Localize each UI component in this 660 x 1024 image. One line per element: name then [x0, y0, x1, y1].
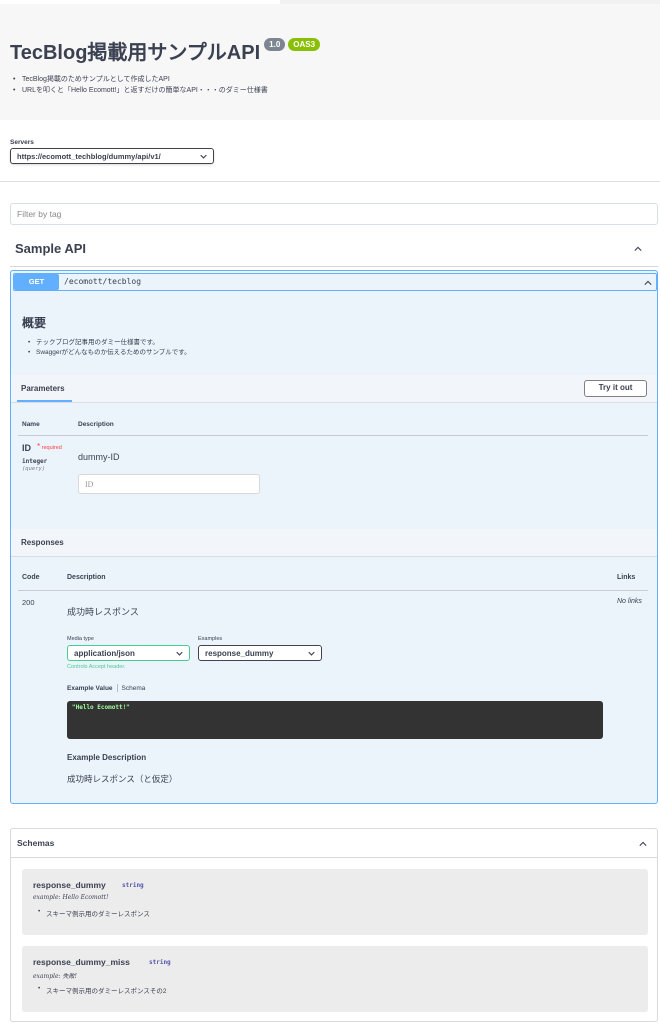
param-name: ID [22, 443, 31, 453]
response-links: No links [617, 598, 642, 605]
divider [18, 435, 648, 436]
divider [11, 857, 657, 858]
page-title: TecBlog掲載用サンプルAPI 1.0 OAS3 [10, 36, 321, 65]
required-mark: * [37, 442, 41, 451]
column-name: Name [22, 421, 40, 428]
tab-separator [116, 684, 118, 692]
required-label: required [41, 445, 62, 451]
chevron-down-icon [308, 651, 315, 656]
divider [18, 590, 648, 591]
media-type-select[interactable]: application/json [67, 645, 190, 661]
chevron-down-icon [200, 154, 207, 159]
tag-divider [10, 266, 658, 267]
param-type: integer [22, 458, 48, 465]
api-description: TecBlog掲載のためサンプルとして作成したAPI URLを叩くと「Hello… [13, 74, 268, 96]
operation-description: テックブログ記事用のダミー仕様書です。 Swaggerがどんなものか伝えるための… [28, 338, 191, 358]
info-section: TecBlog掲載用サンプルAPI 1.0 OAS3 TecBlog掲載のためサ… [0, 4, 660, 120]
column-code: Code [22, 574, 40, 581]
example-code: "Hello Ecomott!" [67, 701, 603, 739]
chevron-up-icon[interactable] [634, 245, 642, 253]
api-title: TecBlog掲載用サンプルAPI [10, 42, 261, 64]
schemas-section: Schemas response_dummy string example: H… [10, 828, 658, 1022]
media-type-value: application/json [74, 648, 135, 658]
examples-select[interactable]: response_dummy [198, 645, 322, 661]
model-description: スキーマ例示用のダミーレスポンス [38, 908, 150, 918]
example-value: response_dummy [205, 648, 274, 658]
method-badge: GET [14, 274, 59, 290]
accept-note: Controls Accept header. [67, 664, 126, 670]
example-description: 成功時レスポンス（と仮定） [67, 774, 178, 784]
media-type-label: Media type [67, 636, 94, 642]
filter-input[interactable]: Filter by tag [10, 203, 658, 225]
tag-title[interactable]: Sample API [15, 241, 86, 256]
try-it-out-button[interactable]: Try it out [584, 380, 647, 397]
description-item: Swaggerがどんなものか伝えるためのサンプルです。 [28, 348, 191, 358]
parameters-header: Parameters Try it out [11, 375, 657, 403]
operation-path: /ecomott/tecblog [64, 277, 142, 286]
version-badge: 1.0 [264, 38, 286, 51]
response-code: 200 [22, 598, 35, 607]
column-links: Links [617, 574, 636, 581]
description-item: スキーマ例示用のダミーレスポンスその2 [38, 985, 166, 995]
schemas-title[interactable]: Schemas [17, 838, 54, 848]
model-type: string [149, 959, 171, 966]
chevron-down-icon [176, 651, 183, 656]
model-name: response_dummy_miss [33, 957, 130, 967]
example-value: 失敗! [62, 973, 77, 980]
example-description-heading: Example Description [67, 753, 147, 762]
operation-block: GET /ecomott/tecblog 概要 テックブログ記事用のダミー仕様書… [10, 270, 658, 804]
tab-example-value[interactable]: Example Value [67, 685, 113, 692]
responses-header: Responses [11, 529, 657, 557]
servers-selected: https://ecomott_techblog/dummy/api/v1/ [17, 151, 161, 161]
tab-schema[interactable]: Schema [122, 685, 146, 692]
param-description: dummy-ID [78, 452, 120, 462]
example-label: example: [33, 973, 61, 980]
id-input[interactable]: ID [78, 474, 260, 494]
chevron-up-icon[interactable] [639, 840, 647, 848]
model-example: example: Hello Ecomott! [33, 894, 109, 901]
servers-select[interactable]: https://ecomott_techblog/dummy/api/v1/ [10, 148, 214, 164]
example-label: example: [33, 894, 61, 901]
tab-parameters[interactable]: Parameters [21, 384, 65, 393]
response-description: 成功時レスポンス [67, 607, 139, 617]
description-item: スキーマ例示用のダミーレスポンス [38, 908, 150, 918]
oas-badge: OAS3 [288, 38, 321, 51]
column-description: Description [67, 574, 106, 581]
model-type: string [122, 882, 144, 889]
responses-title: Responses [21, 538, 64, 547]
param-required: * required [37, 442, 62, 451]
model-box[interactable]: response_dummy string example: Hello Eco… [22, 869, 648, 935]
servers-label: Servers [10, 139, 34, 146]
description-item: URLを叩くと「Hello Ecomott!」と返すだけの簡単なAPI・・・のダ… [13, 85, 268, 96]
chevron-up-icon[interactable] [644, 279, 652, 287]
model-description: スキーマ例示用のダミーレスポンスその2 [38, 985, 166, 995]
example-tabs: Example Value Schema [67, 684, 145, 692]
param-in: (query) [22, 466, 46, 472]
description-item: TecBlog掲載のためサンプルとして作成したAPI [13, 74, 268, 85]
divider [0, 181, 660, 182]
column-description: Description [78, 421, 114, 428]
model-box[interactable]: response_dummy_miss string example: 失敗! … [22, 946, 648, 1012]
tab-underline [17, 400, 72, 402]
model-example: example: 失敗! [33, 971, 77, 980]
operation-summary[interactable]: GET /ecomott/tecblog [13, 273, 657, 291]
examples-label: Examples [198, 636, 223, 642]
operation-heading: 概要 [22, 316, 47, 330]
description-item: テックブログ記事用のダミー仕様書です。 [28, 338, 191, 348]
example-value: Hello Ecomott! [62, 894, 109, 901]
model-name: response_dummy [33, 880, 106, 890]
